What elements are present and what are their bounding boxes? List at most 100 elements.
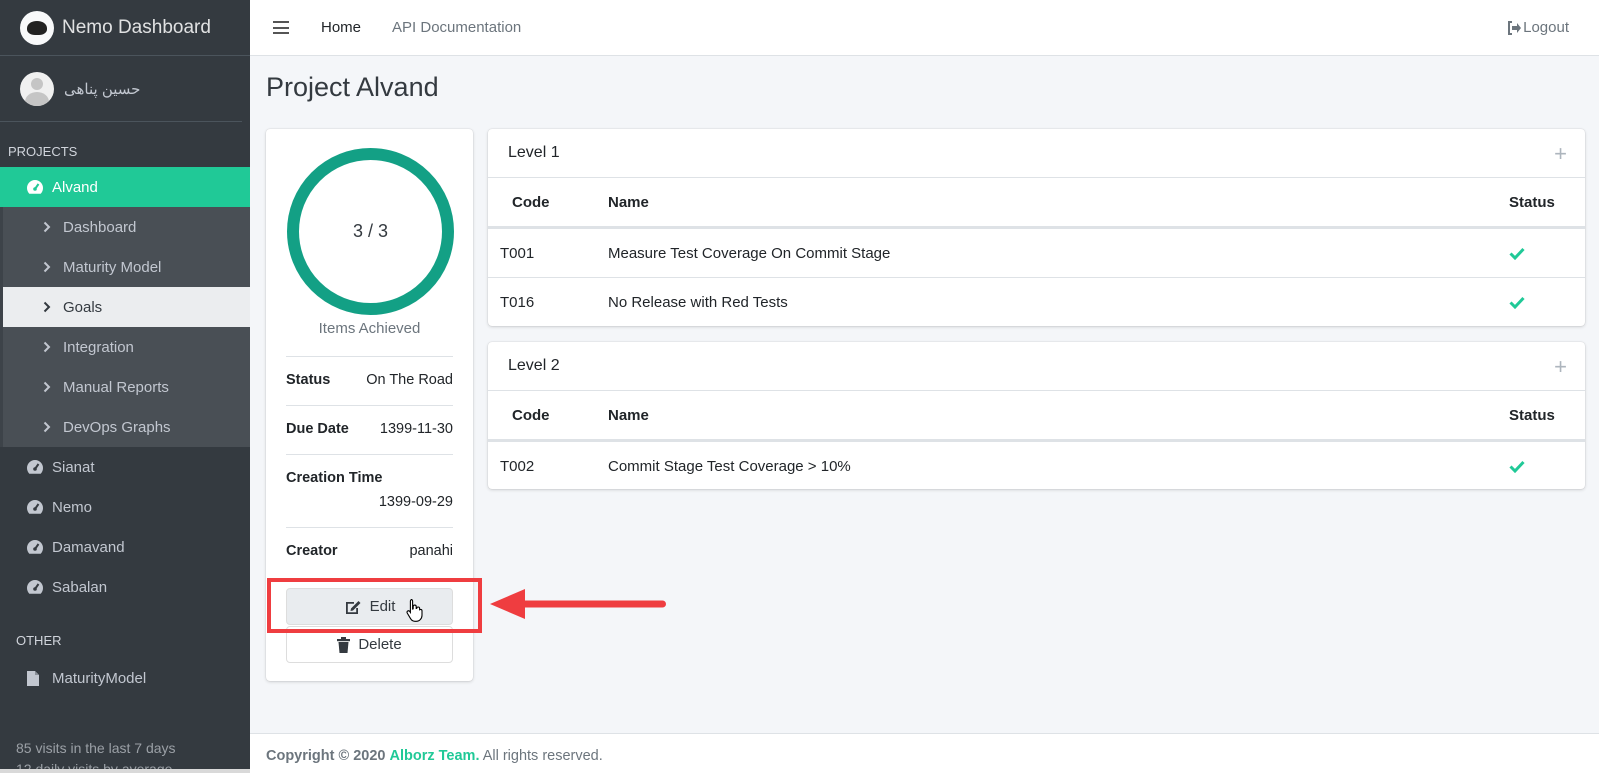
check-icon: [1509, 296, 1525, 309]
plus-icon[interactable]: +: [1554, 143, 1567, 165]
sidebar-item-label: Sianat: [52, 458, 95, 476]
trash-icon: [337, 636, 351, 653]
sidebar-item-label: MaturityModel: [52, 669, 147, 687]
edit-button[interactable]: Edit: [286, 588, 453, 625]
status-label: Status: [286, 372, 331, 388]
sidebar-item-label: Alvand: [52, 178, 98, 196]
status-row: Status On The Road: [286, 356, 453, 405]
avatar: [20, 71, 54, 106]
sidebar-item-integration[interactable]: Integration: [3, 327, 250, 367]
table-row[interactable]: T002 Commit Stage Test Coverage > 10%: [488, 441, 1585, 490]
footer: Copyright © 2020 Alborz Team. All rights…: [250, 733, 1599, 773]
logout-link[interactable]: Logout: [1507, 19, 1569, 36]
status-value: On The Road: [366, 372, 453, 388]
nav-link-home[interactable]: Home: [321, 19, 361, 36]
chevron-right-icon: [43, 381, 63, 393]
row-code: T016: [500, 293, 535, 311]
achieved-label: Items Achieved: [318, 320, 421, 337]
sidebar-item-sabalan[interactable]: Sabalan: [0, 567, 250, 607]
level-header: Level 1 +: [488, 129, 1585, 178]
sidebar-item-alvand[interactable]: Alvand: [0, 167, 250, 207]
nav-header-projects: PROJECTS: [8, 144, 78, 159]
chevron-right-icon: [43, 261, 63, 273]
sidebar-item-goals[interactable]: Goals: [3, 287, 250, 327]
level-title: Level 1: [508, 144, 560, 161]
sidebar-item-label: Damavand: [52, 538, 125, 556]
check-icon: [1509, 247, 1525, 260]
top-navbar: Home API Documentation Logout: [250, 0, 1599, 56]
gauge-icon: [26, 579, 46, 595]
delete-button[interactable]: Delete: [286, 626, 453, 663]
file-icon: [26, 670, 46, 687]
sidebar-item-manual-reports[interactable]: Manual Reports: [3, 367, 250, 407]
table-header: Code Name Status: [488, 178, 1585, 228]
project-summary-card: 3 / 3 Items Achieved Status On The Road …: [266, 129, 473, 681]
creation-time-label: Creation Time: [286, 470, 383, 486]
sidebar-item-label: Integration: [63, 338, 134, 356]
table-row[interactable]: T016 No Release with Red Tests: [488, 277, 1585, 326]
sidebar-item-devops-graphs[interactable]: DevOps Graphs: [3, 407, 250, 447]
user-name: حسین پناهی: [64, 80, 141, 98]
brand-link[interactable]: Nemo Dashboard: [0, 0, 250, 56]
creator-value: panahi: [409, 543, 453, 559]
sidebar-item-label: Maturity Model: [63, 258, 162, 276]
row-code: T001: [500, 244, 535, 262]
visits-stats: 85 visits in the last 7 days 12 daily vi…: [16, 738, 176, 773]
row-code: T002: [500, 457, 535, 475]
brand-title: Nemo Dashboard: [62, 16, 211, 38]
progress-ring: 3 / 3: [287, 148, 454, 315]
plus-icon[interactable]: +: [1554, 356, 1567, 378]
gauge-icon: [26, 539, 46, 555]
sidebar-item-maturitymodel[interactable]: MaturityModel: [0, 658, 250, 698]
sidebar-item-label: DevOps Graphs: [63, 418, 171, 436]
gauge-icon: [26, 459, 46, 475]
footer-team-link[interactable]: Alborz Team.: [390, 748, 480, 764]
delete-button-label: Delete: [358, 636, 402, 653]
chevron-right-icon: [43, 341, 63, 353]
due-date-label: Due Date: [286, 421, 349, 437]
row-name: Commit Stage Test Coverage > 10%: [608, 457, 851, 475]
visits-weekly: 85 visits in the last 7 days: [16, 740, 176, 756]
edit-button-label: Edit: [369, 598, 396, 615]
sidebar-item-label: Nemo: [52, 498, 93, 516]
row-name: Measure Test Coverage On Commit Stage: [608, 244, 891, 262]
table-header: Code Name Status: [488, 391, 1585, 441]
nav-link-api-docs[interactable]: API Documentation: [392, 19, 521, 36]
gauge-icon: [26, 499, 46, 515]
creator-label: Creator: [286, 543, 338, 559]
sidebar-item-damavand[interactable]: Damavand: [0, 527, 250, 567]
column-header-status: Status: [1509, 193, 1555, 211]
brand-logo-icon: [20, 10, 54, 45]
column-header-name: Name: [608, 406, 649, 424]
menu-toggle-icon[interactable]: [273, 21, 289, 34]
sidebar-item-nemo[interactable]: Nemo: [0, 487, 250, 527]
level-card-1: Level 1 + Code Name Status T001 Measure …: [488, 129, 1585, 326]
level-card-2: Level 2 + Code Name Status T002 Commit S…: [488, 342, 1585, 489]
sidebar-item-label: Goals: [63, 298, 103, 316]
sidebar-item-maturity-model[interactable]: Maturity Model: [3, 247, 250, 287]
annotation-arrow-icon: [490, 589, 666, 619]
project-subnav: Dashboard Maturity Model Goals Integrati…: [0, 207, 250, 447]
chevron-right-icon: [43, 221, 63, 233]
edit-icon: [344, 599, 362, 615]
check-icon: [1509, 460, 1525, 473]
sidebar: Nemo Dashboard حسین پناهی PROJECTS Alvan…: [0, 0, 250, 773]
gauge-icon: [26, 179, 46, 195]
footer-copyright: Copyright © 2020: [266, 748, 386, 764]
column-header-name: Name: [608, 193, 649, 211]
sidebar-item-sianat[interactable]: Sianat: [0, 447, 250, 487]
sidebar-item-label: Manual Reports: [63, 378, 169, 396]
column-header-code: Code: [512, 406, 550, 424]
sidebar-scrollbar[interactable]: [0, 769, 250, 773]
due-date-value: 1399-11-30: [379, 421, 453, 437]
page-title: Project Alvand: [266, 72, 439, 102]
user-panel[interactable]: حسین پناهی: [0, 56, 242, 122]
sidebar-item-dashboard[interactable]: Dashboard: [3, 207, 250, 247]
nav-header-other: OTHER: [16, 633, 62, 648]
creation-time-row: Creation Time 1399-09-29: [286, 454, 453, 527]
table-row[interactable]: T001 Measure Test Coverage On Commit Sta…: [488, 228, 1585, 277]
chevron-right-icon: [43, 421, 63, 433]
chevron-right-icon: [43, 301, 63, 313]
achieved-count: 3 / 3: [352, 221, 389, 241]
hand-pointer-icon: [406, 598, 423, 622]
